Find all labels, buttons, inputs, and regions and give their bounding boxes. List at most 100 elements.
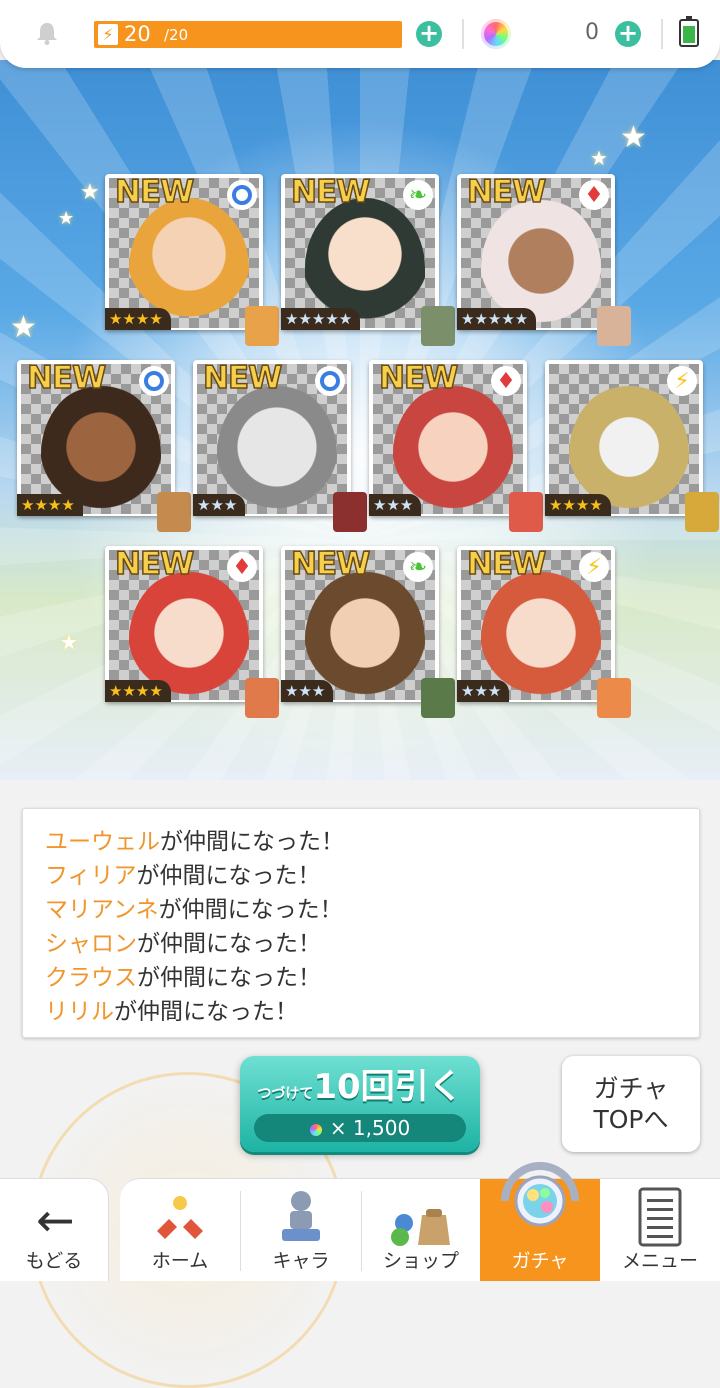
blue-circle-element-icon bbox=[139, 366, 169, 396]
recruit-log-lines: ユーウェルが仲間になった！ フィリアが仲間になった！ マリアンネが仲間になった！… bbox=[45, 825, 675, 1021]
pull-cost: × 1,500 bbox=[329, 1116, 411, 1140]
new-badge: NEW bbox=[114, 545, 195, 583]
shop-label: ショップ bbox=[382, 1250, 459, 1272]
character-name: リリル bbox=[45, 999, 114, 1021]
pull-small-label: つづけて bbox=[257, 1086, 314, 1102]
add-stamina-plus-icon[interactable]: + bbox=[416, 21, 442, 47]
rarity-stars: ★★★★ bbox=[105, 680, 171, 702]
divider bbox=[462, 19, 464, 49]
log-text: が仲間になった！ bbox=[158, 897, 343, 923]
nav-home[interactable]: ホーム bbox=[120, 1179, 240, 1281]
new-badge: NEW bbox=[290, 545, 371, 583]
back-label: もどる bbox=[25, 1250, 83, 1272]
character-card[interactable]: NEW ❧ ★★★★★ bbox=[281, 173, 455, 346]
character-card[interactable]: NEW ❧ ★★★ bbox=[281, 545, 455, 718]
gem-count: 0 bbox=[585, 20, 599, 45]
leaf-element-icon: ❧ bbox=[403, 552, 433, 582]
new-badge: NEW bbox=[26, 359, 107, 397]
pixel-sprite-icon bbox=[245, 306, 279, 346]
character-name: クラウス bbox=[45, 965, 137, 991]
add-gem-plus-icon[interactable]: + bbox=[615, 21, 641, 47]
pixel-sprite-icon bbox=[333, 492, 367, 532]
home-icon bbox=[157, 1196, 203, 1239]
log-entry: フィリアが仲間になった！ bbox=[45, 859, 675, 893]
gacha-top-label-2: TOPへ bbox=[593, 1105, 669, 1134]
log-entry: リリルが仲間になった！ bbox=[45, 995, 675, 1021]
rarity-stars: ★★★ bbox=[281, 680, 334, 702]
nav-chara[interactable]: キャラ bbox=[241, 1179, 361, 1281]
back-button[interactable]: ← もどる bbox=[0, 1178, 109, 1281]
character-icon bbox=[282, 1191, 320, 1241]
sparkle-star-icon: ★ bbox=[60, 630, 78, 654]
character-name: ユーウェル bbox=[45, 829, 160, 855]
character-name: マリアンネ bbox=[45, 897, 159, 923]
sparkle-star-icon: ★ bbox=[590, 146, 608, 170]
pixel-sprite-icon bbox=[685, 492, 719, 532]
character-name: フィリア bbox=[45, 863, 137, 889]
new-badge: NEW bbox=[378, 359, 459, 397]
sparkle-star-icon: ★ bbox=[80, 180, 100, 205]
log-text: が仲間になった！ bbox=[114, 999, 298, 1021]
nav-gacha[interactable]: ガチャ bbox=[480, 1162, 600, 1281]
pixel-sprite-icon bbox=[597, 678, 631, 718]
lightning-icon: ⚡ bbox=[98, 24, 118, 45]
log-entry: マリアンネが仲間になった！ bbox=[45, 893, 675, 927]
rarity-stars: ★★★ bbox=[369, 494, 422, 516]
leaf-element-icon: ❧ bbox=[403, 180, 433, 210]
rainbow-gem-icon bbox=[481, 19, 511, 49]
pull-10-again-button[interactable]: つづけて10回引く × 1,500 bbox=[240, 1056, 480, 1152]
log-entry: クラウスが仲間になった！ bbox=[45, 961, 675, 995]
stamina-bar: ⚡ 20 /20 bbox=[94, 21, 402, 48]
character-card[interactable]: NEW ★★★ bbox=[193, 359, 367, 532]
sparkle-star-icon: ★ bbox=[58, 208, 75, 229]
character-card[interactable]: NEW ★★★★ bbox=[17, 359, 191, 532]
character-name: シャロン bbox=[45, 931, 137, 957]
battery-icon bbox=[679, 16, 699, 47]
pixel-sprite-icon bbox=[157, 492, 191, 532]
character-card[interactable]: NEW ★★★★ bbox=[105, 173, 279, 346]
log-entry: ユーウェルが仲間になった！ bbox=[45, 825, 675, 859]
character-card[interactable]: NEW ♦ ★★★★★ bbox=[457, 173, 631, 346]
recruit-log[interactable]: ユーウェルが仲間になった！ フィリアが仲間になった！ マリアンネが仲間になった！… bbox=[22, 808, 700, 1038]
rarity-stars: ★★★★★ bbox=[457, 308, 537, 330]
nav-menu[interactable]: メニュー bbox=[600, 1179, 720, 1281]
sparkle-star-icon: ★ bbox=[10, 310, 37, 345]
pixel-sprite-icon bbox=[421, 678, 455, 718]
status-bar: ⚡ 20 /20 + 0 + bbox=[0, 0, 720, 68]
sparkle-star-icon: ★ bbox=[620, 120, 647, 155]
character-card[interactable]: NEW ⚡ ★★★ bbox=[457, 545, 631, 718]
bell-icon[interactable] bbox=[34, 20, 60, 46]
new-badge: NEW bbox=[290, 173, 371, 211]
rarity-stars: ★★★★ bbox=[105, 308, 171, 330]
nav-shop[interactable]: ショップ bbox=[362, 1179, 480, 1281]
character-card[interactable]: ⚡ ★★★★ bbox=[545, 360, 719, 532]
gacha-orb-icon bbox=[501, 1162, 579, 1227]
chara-label: キャラ bbox=[272, 1250, 330, 1272]
gacha-top-button[interactable]: ガチャ TOPへ bbox=[562, 1056, 700, 1152]
rarity-stars: ★★★★ bbox=[545, 494, 611, 516]
character-card[interactable]: NEW ♦ ★★★★ bbox=[105, 545, 279, 718]
log-text: が仲間になった！ bbox=[137, 965, 321, 991]
gacha-top-label-1: ガチャ bbox=[593, 1074, 669, 1103]
pull-main-label: 10回引く bbox=[313, 1067, 463, 1107]
new-badge: NEW bbox=[114, 173, 195, 211]
log-text: が仲間になった！ bbox=[137, 931, 321, 957]
home-label: ホーム bbox=[151, 1250, 209, 1272]
new-badge: NEW bbox=[466, 173, 547, 211]
rarity-stars: ★★★ bbox=[457, 680, 510, 702]
red-diamond-element-icon: ♦ bbox=[579, 180, 609, 210]
pixel-sprite-icon bbox=[421, 306, 455, 346]
stamina-current: 20 bbox=[124, 22, 151, 46]
stamina-max: /20 bbox=[164, 26, 189, 44]
log-text: が仲間になった！ bbox=[160, 829, 344, 855]
gacha-results-area: ★ ★ ★ ★ ★ ★ NEW ★★★★ NEW ❧ ★★★★★ NEW ♦ ★… bbox=[0, 60, 720, 780]
shop-bag-icon bbox=[391, 1209, 450, 1246]
menu-label: メニュー bbox=[621, 1250, 698, 1272]
log-text: が仲間になった！ bbox=[136, 863, 321, 889]
red-diamond-element-icon: ♦ bbox=[227, 552, 257, 582]
lightning-element-icon: ⚡ bbox=[667, 366, 697, 396]
red-diamond-element-icon: ♦ bbox=[491, 366, 521, 396]
pixel-sprite-icon bbox=[509, 492, 543, 532]
new-badge: NEW bbox=[466, 545, 547, 583]
character-card[interactable]: NEW ♦ ★★★ bbox=[369, 359, 543, 532]
